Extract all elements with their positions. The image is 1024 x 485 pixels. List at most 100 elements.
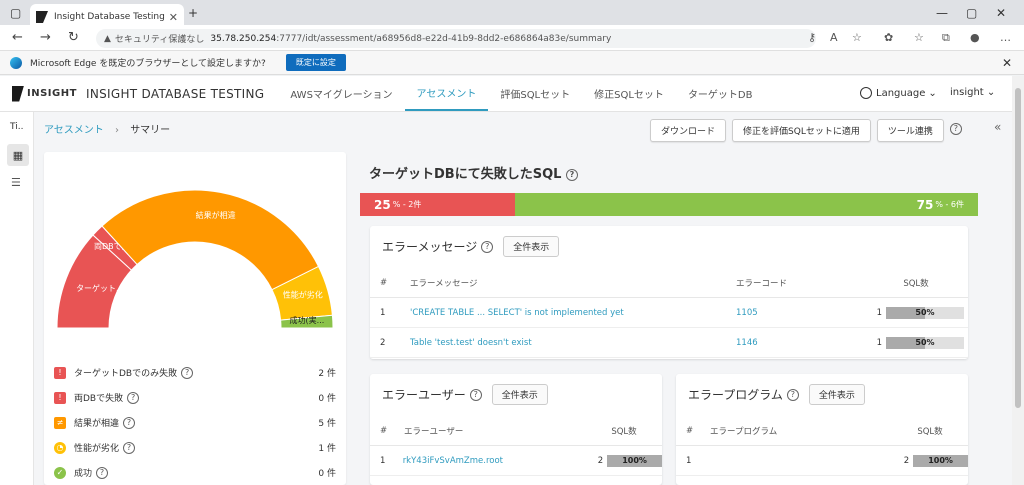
- gauge-segment-label: 性能が劣化: [283, 289, 323, 299]
- list-icon[interactable]: ☰: [11, 176, 21, 189]
- status-gauge-chart: ターゲット...両DBで失敗結果が相違性能が劣化成功(実...: [56, 189, 334, 329]
- default-browser-infobar: Microsoft Edge を既定のブラウザーとして設定しますか? 既定に設定…: [0, 51, 1024, 75]
- legend-label-wrap: ◔ 性能が劣化?: [54, 441, 306, 454]
- help-icon[interactable]: ?: [565, 168, 578, 181]
- table-row[interactable]: 2 Table 'test.test' doesn't exist 1146 1 50%: [370, 328, 968, 358]
- favorites-icon[interactable]: ☆: [914, 31, 924, 44]
- error-user-title: エラーユーザー: [382, 388, 466, 402]
- dashboard-icon[interactable]: ▦: [7, 144, 29, 166]
- users-name-link[interactable]: rkY43iFvSvAmZme.root: [403, 456, 569, 466]
- forward-icon[interactable]: →: [40, 30, 51, 45]
- error-code-link[interactable]: 1105: [736, 308, 862, 318]
- maximize-icon[interactable]: ▢: [966, 6, 977, 20]
- table-row[interactable]: 1 'CREATE TABLE ... SELECT' is not implem…: [370, 298, 968, 328]
- gauge-segment[interactable]: [101, 189, 320, 291]
- error-program-show-all-button[interactable]: 全件表示: [808, 384, 865, 405]
- status-gauge-card: ターゲット... 両DBで失敗 結果が相違 性能が劣化 成功(実... ! ターゲットDB…: [44, 152, 346, 485]
- breadcrumb-current: サマリー: [130, 125, 171, 136]
- read-aloud-icon[interactable]: A: [830, 31, 838, 44]
- help-icon[interactable]: ?: [96, 466, 109, 479]
- page-scrollbar[interactable]: [1012, 76, 1024, 485]
- main-content: アセスメント › サマリー ダウンロード 修正を評価SQLセットに適用 ツール連…: [34, 112, 1012, 485]
- help-icon[interactable]: ?: [123, 416, 136, 429]
- collections-icon[interactable]: ⧉: [942, 31, 950, 45]
- sql-ratio-bar: 50%: [886, 336, 964, 349]
- column-header: エラーコード: [736, 278, 788, 289]
- back-icon[interactable]: ←: [12, 30, 23, 45]
- row-number: 1: [380, 307, 386, 318]
- help-icon[interactable]: ?: [181, 366, 194, 379]
- language-menu[interactable]: Language ⌄: [860, 87, 937, 99]
- favorite-add-icon[interactable]: ☆: [852, 31, 862, 44]
- close-window-icon[interactable]: ✕: [996, 6, 1006, 20]
- apply-fix-button[interactable]: 修正を評価SQLセットに適用: [732, 119, 871, 142]
- help-icon[interactable]: ?: [786, 388, 799, 401]
- more-icon[interactable]: …: [1000, 31, 1011, 44]
- warning-icon: ▲: [104, 33, 111, 44]
- gauge-segment-label: 結果が相違: [196, 210, 236, 220]
- scrollbar-thumb[interactable]: [1015, 88, 1021, 408]
- status-legend: ! ターゲットDBでのみ失敗? 2 件! 両DBで失敗? 0 件 ≠ 結果が相違? 5 件 ◔ 性…: [54, 360, 336, 485]
- error-user-show-all-button[interactable]: 全件表示: [491, 384, 548, 405]
- tab-close-icon[interactable]: ✕: [169, 11, 178, 24]
- user-menu[interactable]: insight ⌄: [950, 87, 995, 98]
- breadcrumb-assessment[interactable]: アセスメント: [44, 125, 104, 136]
- breadcrumb: アセスメント › サマリー: [44, 121, 170, 136]
- legend-count: 2 件: [318, 369, 336, 379]
- tab-actions-icon[interactable]: ▢: [10, 6, 21, 20]
- error-message-title: エラーメッセージ: [382, 240, 478, 254]
- error-code-link[interactable]: 1146: [736, 338, 862, 348]
- error-message-link[interactable]: 'CREATE TABLE ... SELECT' is not impleme…: [410, 308, 736, 318]
- column-header: #: [380, 277, 388, 288]
- sql-count: 1: [876, 307, 882, 318]
- action-buttons: ダウンロード 修正を評価SQLセットに適用 ツール連携 ?: [650, 119, 962, 142]
- profile-icon[interactable]: ●: [970, 31, 980, 44]
- tool-integration-button[interactable]: ツール連携: [876, 119, 944, 142]
- app-logo[interactable]: INSIGHT: [12, 85, 82, 102]
- help-icon[interactable]: ?: [469, 388, 482, 401]
- menu-item-target-db[interactable]: ターゲットDB: [676, 76, 765, 111]
- error-message-show-all-button[interactable]: 全件表示: [503, 236, 560, 257]
- help-icon[interactable]: ?: [127, 391, 140, 404]
- table-row[interactable]: 1 2 100%: [676, 446, 968, 476]
- set-default-button[interactable]: 既定に設定: [285, 54, 346, 71]
- help-icon[interactable]: ?: [949, 123, 962, 135]
- collapse-panel-icon[interactable]: «: [994, 120, 1001, 134]
- url-input[interactable]: ▲ セキュリティ保護なし 35.78.250.254:7777/idt/asse…: [96, 29, 816, 48]
- tab-title: Insight Database Testing: [54, 12, 165, 22]
- error-program-card: エラープログラム ? 全件表示 # エラープログラム SQL数 1 2 100%: [676, 374, 968, 485]
- extensions-icon[interactable]: ✿: [884, 31, 893, 44]
- url-host: 35.78.250.254: [210, 33, 277, 44]
- status-icon: ≠: [54, 416, 66, 429]
- legend-row: ≠ 結果が相違? 5 件: [54, 410, 336, 435]
- error-message-card: エラーメッセージ ? 全件表示 # エラーメッセージ エラーコード SQL数 1…: [370, 226, 968, 359]
- legend-label: 結果が相違: [74, 419, 120, 429]
- legend-label-wrap: ✓ 成功?: [54, 466, 306, 479]
- column-header: エラープログラム: [710, 426, 778, 437]
- menu-item-aws-migration[interactable]: AWSマイグレーション: [278, 76, 404, 111]
- new-tab-icon[interactable]: +: [188, 6, 198, 20]
- legend-label-wrap: ≠ 結果が相違?: [54, 416, 306, 429]
- download-button[interactable]: ダウンロード: [650, 119, 727, 142]
- sql-ratio-percent: 100%: [928, 455, 953, 465]
- legend-label: 成功: [74, 469, 93, 479]
- error-message-header: エラーメッセージ ? 全件表示: [382, 236, 560, 257]
- menu-item-assessment[interactable]: アセスメント: [404, 76, 489, 111]
- globe-icon: [860, 87, 872, 99]
- chevron-down-icon: ⌄: [928, 87, 937, 99]
- key-icon[interactable]: ⚷: [808, 31, 816, 44]
- column-header: エラーユーザー: [404, 426, 464, 437]
- table-row[interactable]: 1 rkY43iFvSvAmZme.root 2 100%: [370, 446, 662, 476]
- infobar-close-icon[interactable]: ✕: [1002, 56, 1012, 70]
- error-message-link[interactable]: Table 'test.test' doesn't exist: [410, 338, 736, 348]
- refresh-icon[interactable]: ↻: [68, 30, 79, 45]
- help-icon[interactable]: ?: [481, 240, 494, 253]
- status-icon: !: [54, 366, 66, 379]
- column-header: SQL数: [611, 426, 637, 437]
- help-icon[interactable]: ?: [123, 441, 136, 454]
- menu-item-eval-sql-set[interactable]: 評価SQLセット: [488, 76, 582, 111]
- gauge-segment-label: ターゲット...: [76, 283, 124, 293]
- minimize-icon[interactable]: —: [936, 6, 948, 20]
- menu-item-fix-sql-set[interactable]: 修正SQLセット: [582, 76, 676, 111]
- rail-title[interactable]: Ti..: [10, 122, 23, 132]
